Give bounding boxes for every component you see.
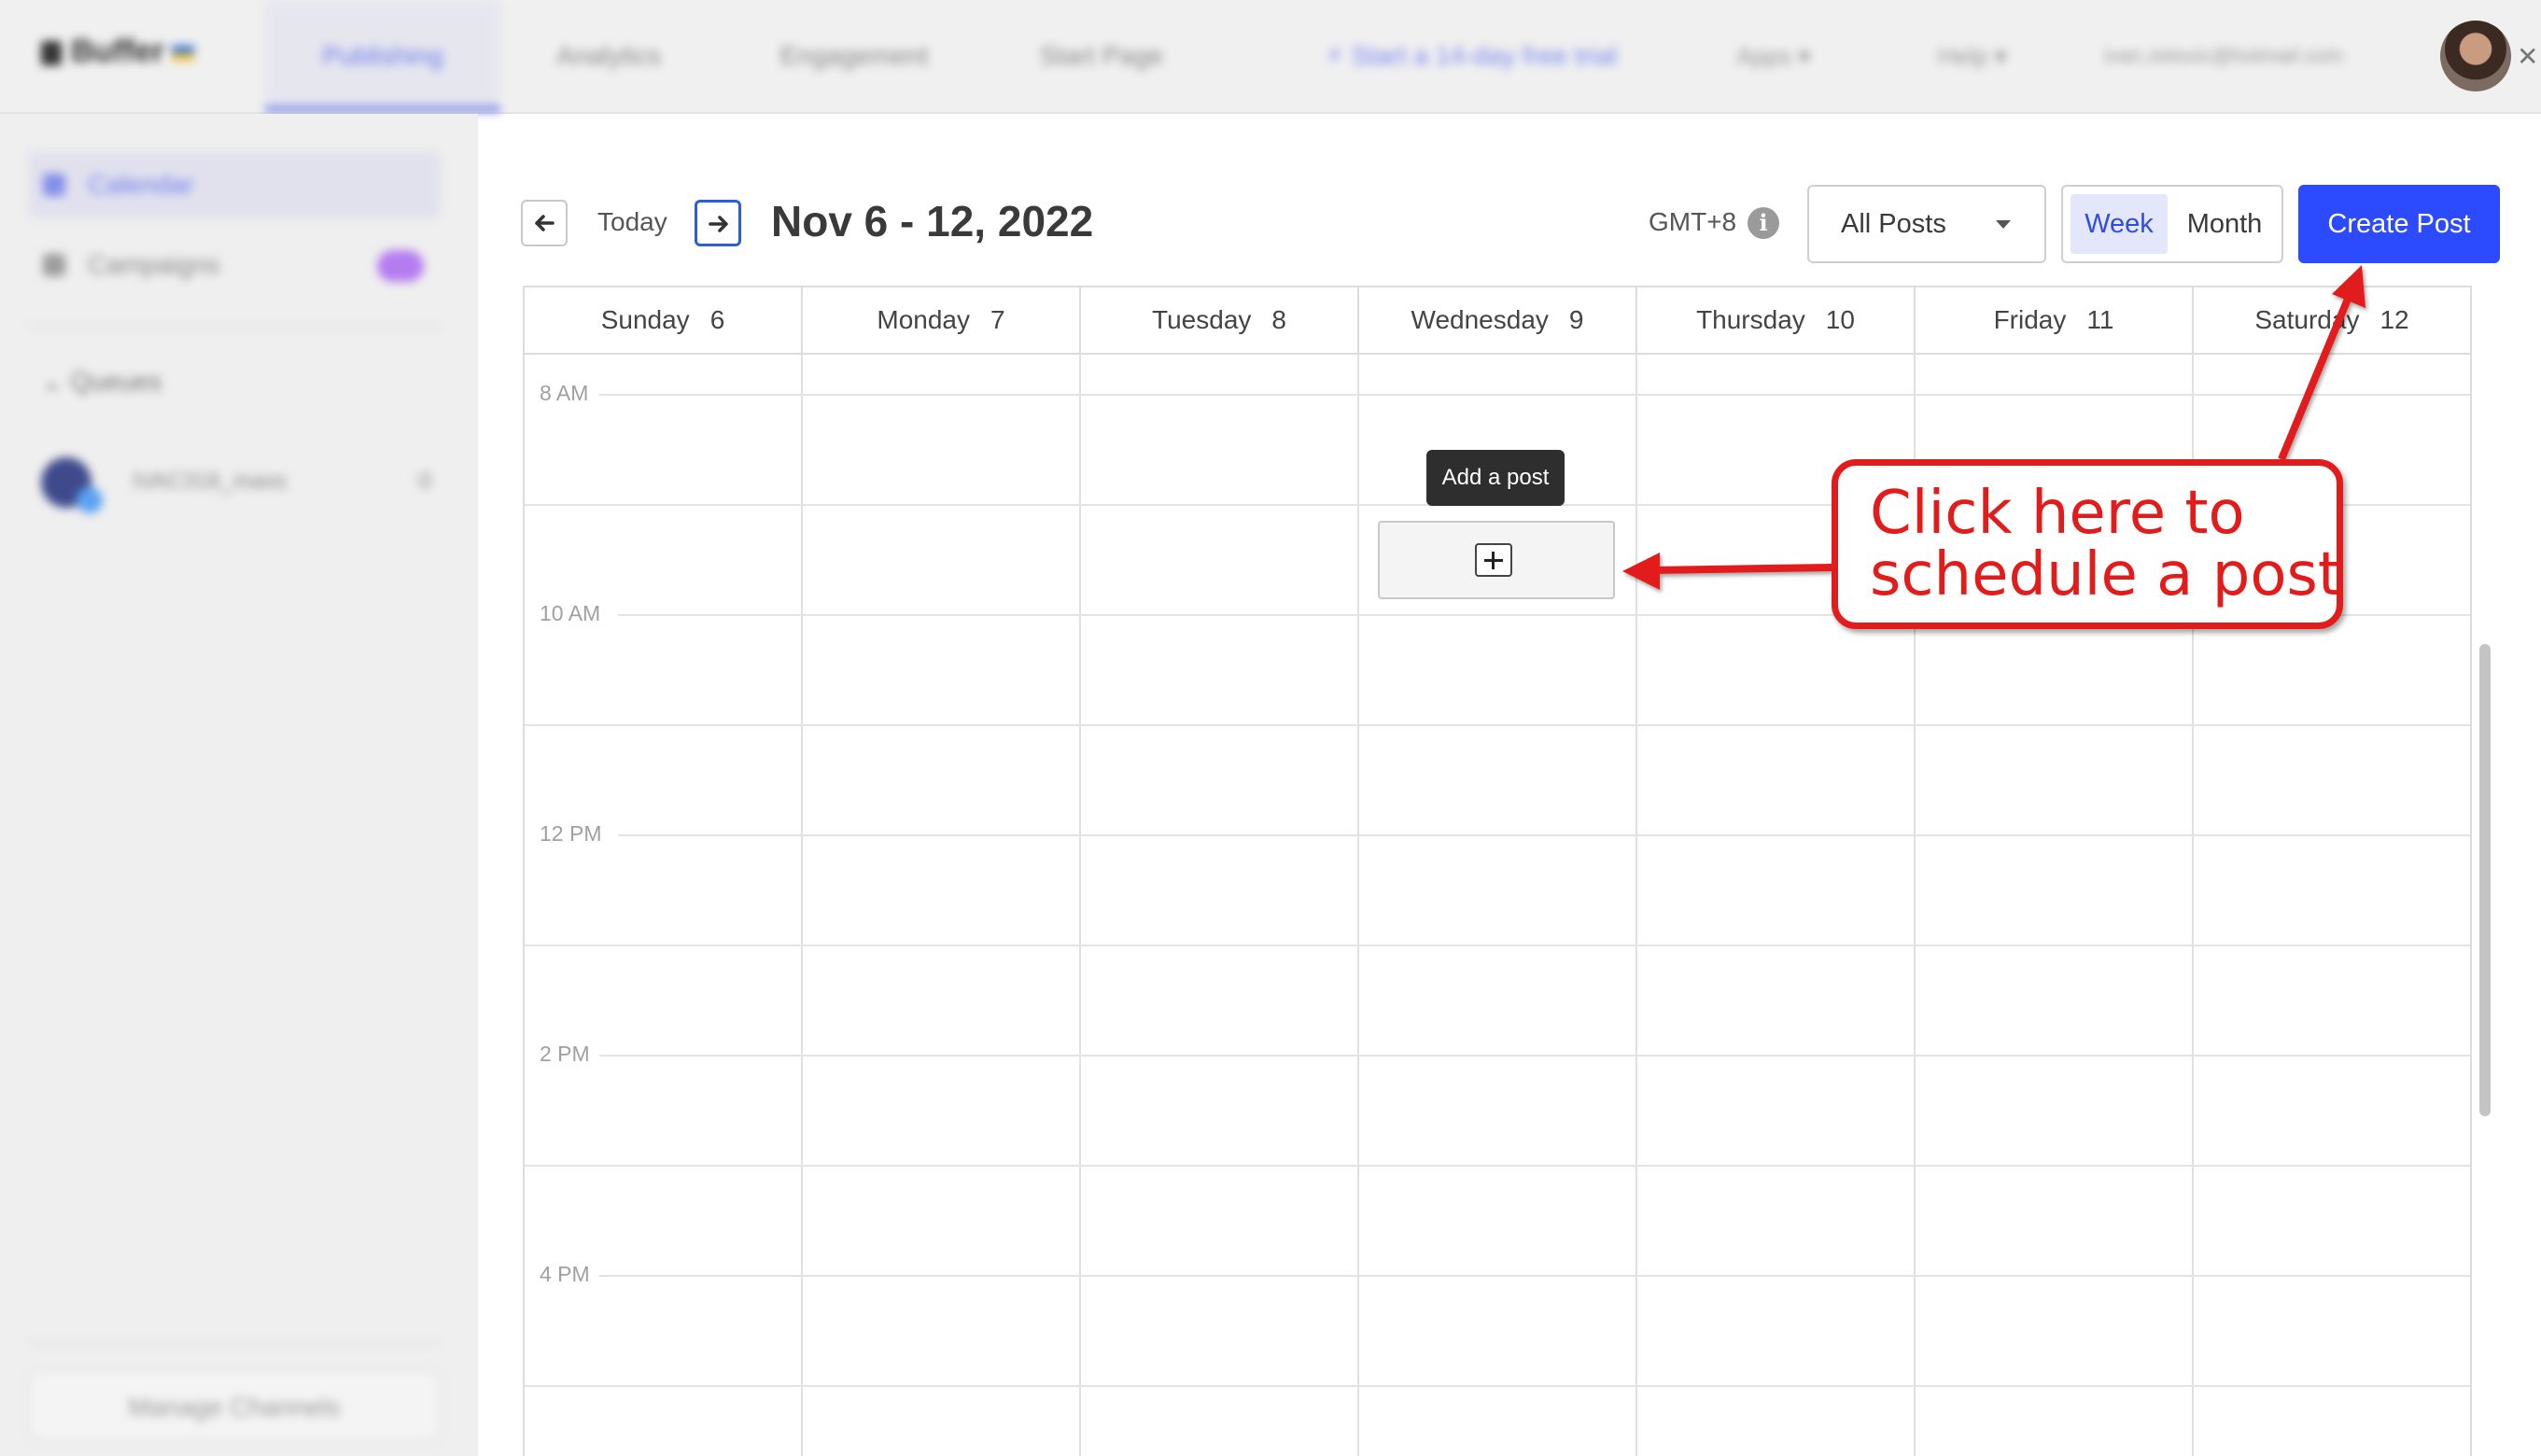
arrow-to-create <box>2278 295 2352 461</box>
arrow-to-slot <box>1651 564 1832 574</box>
annotation-callout: Click here to schedule a post <box>1832 459 2343 629</box>
callout-line-2: schedule a post <box>1870 540 2341 609</box>
annotation-arrows <box>1622 265 2366 590</box>
arrowhead-left-icon <box>1622 553 1660 590</box>
callout-line-1: Click here to <box>1870 479 2245 548</box>
